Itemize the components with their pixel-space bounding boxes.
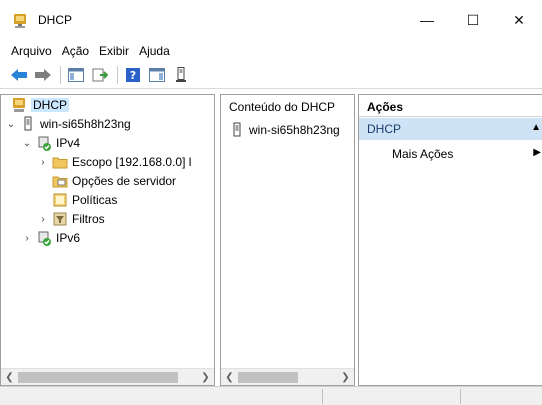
dhcp-icon	[13, 98, 25, 112]
content-horizontal-scrollbar[interactable]: ❮ ❯	[221, 368, 354, 385]
menu-ajuda[interactable]: Ajuda	[134, 44, 175, 58]
scroll-thumb[interactable]	[18, 372, 178, 383]
collapse-up-icon[interactable]: ▲	[531, 122, 541, 133]
minimize-button[interactable]: —	[404, 0, 450, 40]
tree-node-label: win-si65h8h23ng	[40, 117, 131, 131]
policies-icon	[53, 193, 67, 207]
tree-node-server[interactable]: ⌄ win-si65h8h23ng	[5, 115, 131, 133]
help-icon: ?	[126, 68, 140, 82]
status-separator	[322, 389, 323, 404]
tree-node-label: Opções de servidor	[72, 174, 177, 188]
ipv4-icon	[38, 136, 51, 151]
window-title: DHCP	[38, 13, 73, 27]
tree-node-server-options[interactable]: Opções de servidor	[52, 172, 176, 190]
content-pane: Conteúdo do DHCP win-si65h8h23ng ❮ ❯	[220, 94, 355, 386]
export-list-button[interactable]	[89, 64, 111, 86]
menu-exibir[interactable]: Exibir	[94, 44, 134, 58]
forward-button[interactable]	[32, 64, 54, 86]
tree-node-scope[interactable]: › Escopo [192.168.0.0] l	[37, 153, 191, 171]
tree-node-label: DHCP	[31, 98, 70, 112]
tree-node-label: IPv4	[56, 136, 81, 150]
content-column-header[interactable]: Conteúdo do DHCP	[221, 95, 354, 117]
maximize-button[interactable]: ☐	[450, 0, 496, 40]
action-label: Mais Ações	[392, 147, 454, 161]
menu-bar: Arquivo Ação Exibir Ajuda	[0, 40, 542, 62]
submenu-arrow-icon: ▶	[533, 147, 541, 158]
svg-text:?: ?	[130, 69, 136, 82]
server-options-icon	[52, 176, 68, 188]
scroll-thumb[interactable]	[238, 372, 298, 383]
tree-node-label: Escopo [192.168.0.0] l	[72, 155, 192, 169]
chevron-right-icon[interactable]: ›	[21, 232, 33, 244]
forward-arrow-icon	[35, 69, 51, 81]
tree-node-ipv6[interactable]: › IPv6	[21, 229, 80, 247]
chevron-down-icon[interactable]: ⌄	[5, 118, 17, 130]
show-hide-tree-button[interactable]	[65, 64, 87, 86]
folder-icon	[52, 157, 68, 169]
tree-node-filters[interactable]: › Filtros	[37, 210, 105, 228]
actions-pane: Ações DHCP ▲ Mais Ações ▶	[358, 94, 542, 386]
show-hide-action-pane-button[interactable]	[146, 64, 168, 86]
scroll-left-icon[interactable]: ❮	[221, 369, 238, 385]
toolbar-separator	[60, 66, 61, 84]
tree-node-policies[interactable]: Políticas	[52, 191, 117, 209]
actions-section-label: DHCP	[367, 122, 402, 136]
action-more-actions[interactable]: Mais Ações ▶	[359, 142, 542, 164]
ipv6-icon	[38, 231, 51, 246]
toolbar-separator	[117, 66, 118, 84]
help-button[interactable]: ?	[122, 64, 144, 86]
tree-node-label: Filtros	[72, 212, 105, 226]
server-icon	[233, 122, 241, 137]
tree-horizontal-scrollbar[interactable]: ❮ ❯	[1, 368, 214, 385]
chevron-right-icon[interactable]: ›	[37, 156, 49, 168]
action-pane-icon	[149, 68, 165, 82]
menu-acao[interactable]: Ação	[57, 44, 94, 58]
actions-section-dhcp[interactable]: DHCP ▲	[359, 118, 542, 140]
scroll-right-icon[interactable]: ❯	[197, 369, 214, 385]
server-icon	[24, 116, 32, 131]
status-bar	[0, 386, 542, 405]
export-list-icon	[92, 68, 108, 82]
tree-node-dhcp[interactable]: DHCP	[11, 96, 70, 114]
tree-node-label: IPv6	[56, 231, 81, 245]
back-arrow-icon	[11, 69, 27, 81]
menu-arquivo[interactable]: Arquivo	[6, 44, 57, 58]
title-bar: DHCP — ☐ ✕	[0, 0, 542, 40]
scroll-left-icon[interactable]: ❮	[1, 369, 18, 385]
server-icon	[176, 67, 186, 82]
console-tree-pane: DHCP ⌄ win-si65h8h23ng ⌄ IPv4 › Escopo […	[0, 94, 215, 386]
server-button[interactable]	[170, 64, 192, 86]
filters-icon	[53, 212, 67, 226]
dhcp-app-icon	[14, 14, 26, 28]
tree-node-ipv4[interactable]: ⌄ IPv4	[21, 134, 80, 152]
content-item-label: win-si65h8h23ng	[249, 123, 340, 137]
scroll-right-icon[interactable]: ❯	[337, 369, 354, 385]
console-tree-icon	[68, 68, 84, 82]
status-separator	[460, 389, 461, 404]
close-button[interactable]: ✕	[496, 0, 542, 40]
tree-node-label: Políticas	[72, 193, 118, 207]
actions-header: Ações	[359, 95, 542, 117]
chevron-down-icon[interactable]: ⌄	[21, 137, 33, 149]
back-button[interactable]	[8, 64, 30, 86]
chevron-right-icon[interactable]: ›	[37, 213, 49, 225]
toolbar: ?	[0, 62, 542, 89]
content-list-item[interactable]: win-si65h8h23ng	[229, 122, 340, 138]
